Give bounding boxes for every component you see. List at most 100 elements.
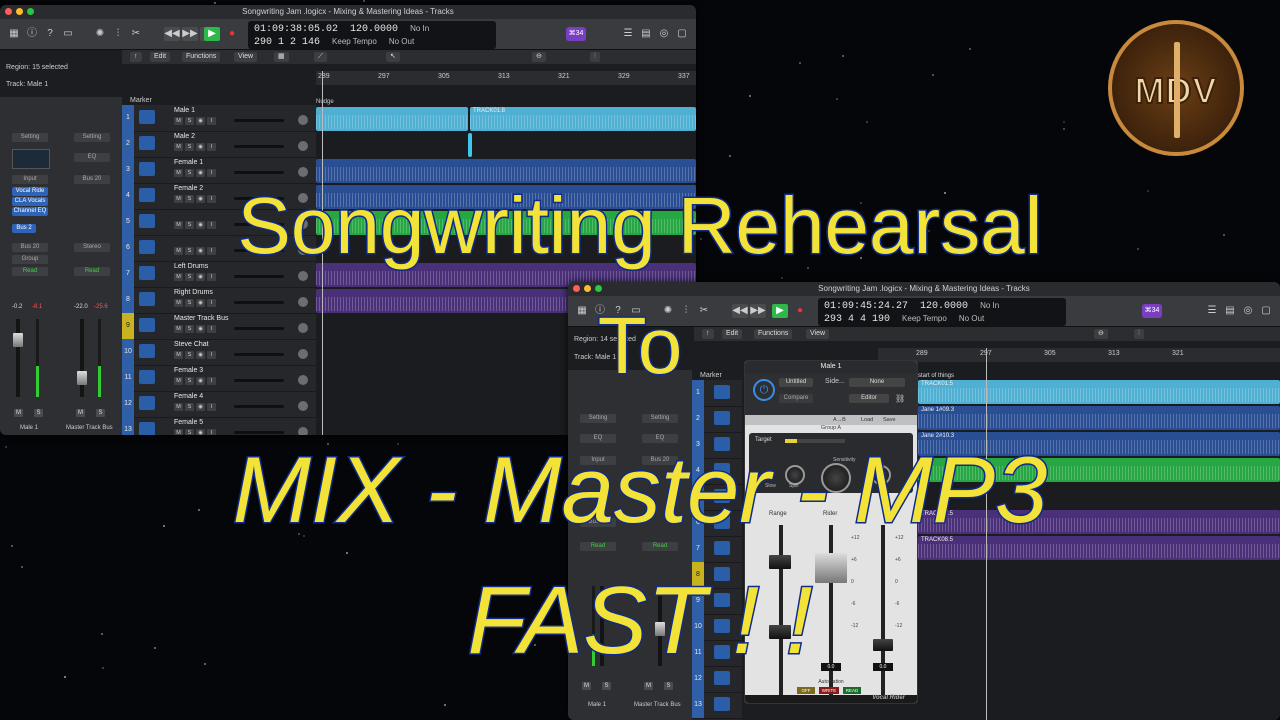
- record-enable-icon[interactable]: I: [207, 403, 216, 411]
- pan-knob[interactable]: [298, 271, 308, 281]
- close-window-button-2[interactable]: [573, 285, 580, 292]
- solo-button[interactable]: S: [185, 143, 194, 151]
- solo-button-left[interactable]: S: [34, 409, 43, 417]
- volume-slider[interactable]: [234, 119, 284, 122]
- menu-edit[interactable]: Edit: [150, 52, 171, 62]
- mute-button-left-2[interactable]: M: [582, 682, 591, 690]
- volume-slider[interactable]: [234, 405, 284, 408]
- editors-icon[interactable]: ✂: [128, 27, 144, 41]
- track-header[interactable]: 13 Female 5 M S ◉ I: [122, 417, 316, 435]
- setting-left-2[interactable]: Setting: [580, 414, 616, 423]
- ab-button[interactable]: A→B: [833, 417, 846, 423]
- minimize-window-button-2[interactable]: [584, 285, 591, 292]
- zoom-window-button-2[interactable]: [595, 285, 602, 292]
- track-header[interactable]: 1 Male 1 M S ◉ I: [122, 105, 316, 132]
- toolbar-icon[interactable]: ▭: [60, 27, 76, 41]
- region-male1-a[interactable]: [316, 107, 468, 131]
- save-button[interactable]: Save: [883, 417, 896, 423]
- mute-button[interactable]: M: [174, 403, 183, 411]
- solo-button-left-2[interactable]: S: [602, 682, 611, 690]
- mute-button[interactable]: M: [174, 273, 183, 281]
- solo-button[interactable]: S: [185, 273, 194, 281]
- setting-left[interactable]: Setting: [12, 133, 48, 142]
- region-male1-b[interactable]: TRACK01.8: [470, 107, 696, 131]
- volume-slider[interactable]: [234, 431, 284, 434]
- automation-icon[interactable]: ⟋: [314, 52, 327, 62]
- smart-controls-icon[interactable]: ✺: [92, 27, 108, 41]
- input-monitor-icon[interactable]: ◉: [196, 403, 205, 411]
- compare-button[interactable]: Compare: [779, 394, 813, 403]
- rewind-button[interactable]: ◀◀: [164, 27, 180, 41]
- input-monitor-icon[interactable]: ◉: [196, 169, 205, 177]
- automation-write-button[interactable]: WRITE: [819, 687, 839, 694]
- record-enable-icon[interactable]: I: [207, 429, 216, 435]
- mute-button-left[interactable]: M: [14, 409, 23, 417]
- eq-slot[interactable]: EQ: [74, 153, 110, 162]
- volume-slider[interactable]: [234, 275, 284, 278]
- track-header[interactable]: 12 Female 4 M S ◉ I: [122, 391, 316, 418]
- mute-button[interactable]: M: [174, 429, 183, 435]
- solo-button[interactable]: S: [185, 403, 194, 411]
- pan-knob[interactable]: [298, 115, 308, 125]
- region-jane1[interactable]: Jane 1#09.3: [918, 406, 1280, 430]
- region-male2[interactable]: [468, 133, 472, 157]
- note-pad-icon[interactable]: ▤: [638, 27, 654, 41]
- zoom-window-button[interactable]: [27, 8, 34, 15]
- lcd-display[interactable]: 01:09:38:05.02 120.0000 No In 290 1 2 14…: [248, 21, 496, 49]
- count-in-badge[interactable]: ⌘34: [566, 27, 586, 41]
- close-window-button[interactable]: [5, 8, 12, 15]
- eq-thumbnail[interactable]: [12, 149, 50, 169]
- pan-knob[interactable]: [298, 141, 308, 151]
- load-button[interactable]: Load: [861, 417, 873, 423]
- solo-button[interactable]: S: [185, 429, 194, 435]
- mixer-icon[interactable]: ⫶: [110, 27, 126, 41]
- pointer-tool-icon[interactable]: ↖: [386, 52, 400, 62]
- volume-slider[interactable]: [234, 145, 284, 148]
- automation-off-button[interactable]: OFF: [797, 687, 815, 694]
- inspector-icon[interactable]: ⓘ: [24, 27, 40, 41]
- minimize-window-button[interactable]: [16, 8, 23, 15]
- input-monitor-icon[interactable]: ◉: [196, 143, 205, 151]
- mute-button-right[interactable]: M: [76, 409, 85, 417]
- solo-button-right-2[interactable]: S: [664, 682, 673, 690]
- waveform-zoom-icon[interactable]: ⫶: [590, 52, 600, 62]
- list-editors-icon[interactable]: ☰: [620, 27, 636, 41]
- solo-button[interactable]: S: [185, 117, 194, 125]
- setting-right-2[interactable]: Setting: [642, 414, 678, 423]
- setting-right[interactable]: Setting: [74, 133, 110, 142]
- menu-view[interactable]: View: [234, 52, 258, 62]
- pan-knob[interactable]: [298, 427, 308, 435]
- record-button[interactable]: ●: [224, 27, 240, 41]
- play-button[interactable]: ▶: [204, 27, 220, 41]
- solo-button-right[interactable]: S: [96, 409, 105, 417]
- track-header[interactable]: 2: [692, 406, 742, 433]
- forward-button[interactable]: ▶▶: [182, 27, 198, 41]
- marker-nudge[interactable]: Nudge: [316, 99, 334, 105]
- record-enable-icon[interactable]: I: [207, 143, 216, 151]
- automation-read-button[interactable]: READ: [843, 687, 861, 694]
- solo-button[interactable]: S: [185, 169, 194, 177]
- library-icon[interactable]: ▦: [6, 27, 22, 41]
- pan-knob[interactable]: [298, 401, 308, 411]
- mute-button[interactable]: M: [174, 143, 183, 151]
- browsers-icon[interactable]: ▢: [674, 27, 690, 41]
- back-arrow-icon[interactable]: ↑: [130, 52, 142, 62]
- pan-knob[interactable]: [298, 167, 308, 177]
- grid-view-icon[interactable]: ▦: [274, 52, 289, 62]
- zoom-icon[interactable]: ⊖: [532, 52, 546, 62]
- volume-slider[interactable]: [234, 171, 284, 174]
- loop-browser-icon[interactable]: ◎: [656, 27, 672, 41]
- bar-ruler[interactable]: 289 297 305 313 321 329 337: [316, 71, 696, 85]
- record-enable-icon[interactable]: I: [207, 169, 216, 177]
- input-monitor-icon[interactable]: ◉: [196, 117, 205, 125]
- menu-functions[interactable]: Functions: [182, 52, 221, 62]
- mute-button[interactable]: M: [174, 169, 183, 177]
- input-monitor-icon[interactable]: ◉: [196, 273, 205, 281]
- link-icon[interactable]: ⛓: [895, 394, 905, 403]
- quick-help-icon[interactable]: ?: [42, 27, 58, 41]
- record-enable-icon[interactable]: I: [207, 117, 216, 125]
- input-monitor-icon[interactable]: ◉: [196, 429, 205, 435]
- view-menu[interactable]: Editor: [849, 394, 889, 403]
- track-header[interactable]: 13: [692, 692, 742, 719]
- track-header[interactable]: 2 Male 2 M S ◉ I: [122, 131, 316, 158]
